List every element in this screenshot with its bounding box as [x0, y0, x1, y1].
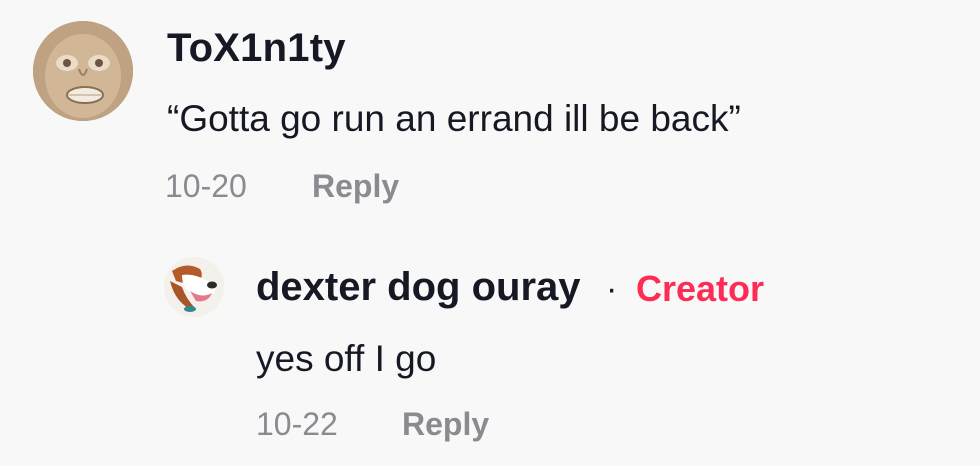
face-avatar-icon [33, 21, 133, 121]
reply-button[interactable]: Reply [402, 406, 489, 443]
avatar[interactable] [164, 257, 224, 317]
reply-item: dexter dog ouray · Creator yes off I go … [0, 240, 980, 466]
comment-text: “Gotta go run an errand ill be back” [167, 98, 741, 139]
reply-text: yes off I go [256, 338, 437, 379]
comment-thread: ToX1n1ty “Gotta go run an errand ill be … [0, 0, 980, 466]
reply-username[interactable]: dexter dog ouray [256, 265, 581, 310]
dog-avatar-icon [164, 257, 224, 317]
avatar[interactable] [33, 21, 133, 121]
reply-date: 10-22 [256, 406, 338, 442]
comment-username[interactable]: ToX1n1ty [167, 26, 346, 71]
creator-badge: Creator [636, 268, 765, 309]
comment-item: ToX1n1ty “Gotta go run an errand ill be … [0, 0, 980, 230]
separator-dot: · [606, 270, 618, 308]
reply-button[interactable]: Reply [312, 168, 399, 205]
comment-date: 10-20 [165, 168, 247, 204]
